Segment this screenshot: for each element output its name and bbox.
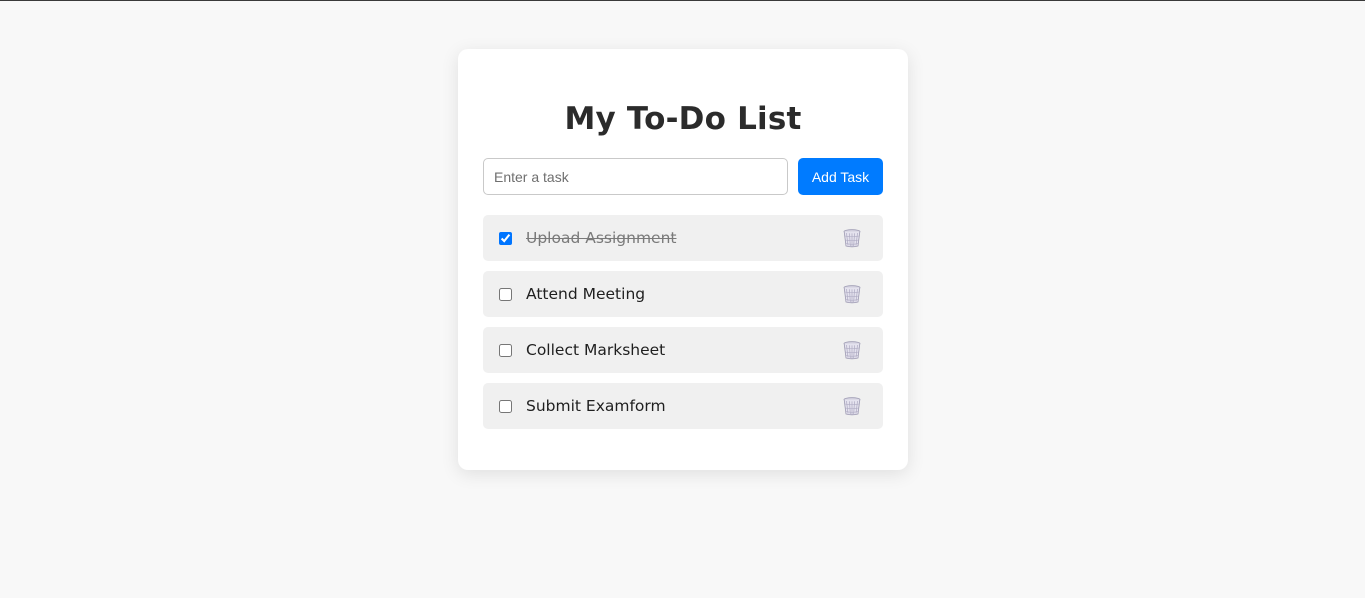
task-checkbox[interactable] [499, 399, 512, 413]
task-item: Collect Marksheet [483, 327, 883, 373]
task-checkbox[interactable] [499, 231, 512, 245]
add-task-button[interactable]: Add Task [798, 158, 883, 195]
wastebasket-icon[interactable] [842, 228, 862, 248]
task-list: Upload Assignment Attend Meeting Collect… [483, 215, 883, 439]
task-input[interactable] [483, 158, 788, 195]
add-task-row: Add Task [483, 158, 883, 195]
todo-card: My To-Do List Add Task Upload Assignment… [458, 49, 908, 470]
wastebasket-icon[interactable] [842, 284, 862, 304]
task-item: Submit Examform [483, 383, 883, 429]
task-item: Attend Meeting [483, 271, 883, 317]
wastebasket-icon[interactable] [842, 396, 862, 416]
page-title: My To-Do List [564, 101, 802, 137]
task-text: Submit Examform [526, 397, 666, 415]
wastebasket-icon[interactable] [842, 340, 862, 360]
task-text: Attend Meeting [526, 285, 646, 303]
task-text: Upload Assignment [526, 229, 677, 247]
task-checkbox[interactable] [499, 343, 512, 357]
task-checkbox[interactable] [499, 287, 512, 301]
task-item: Upload Assignment [483, 215, 883, 261]
task-text: Collect Marksheet [526, 341, 666, 359]
